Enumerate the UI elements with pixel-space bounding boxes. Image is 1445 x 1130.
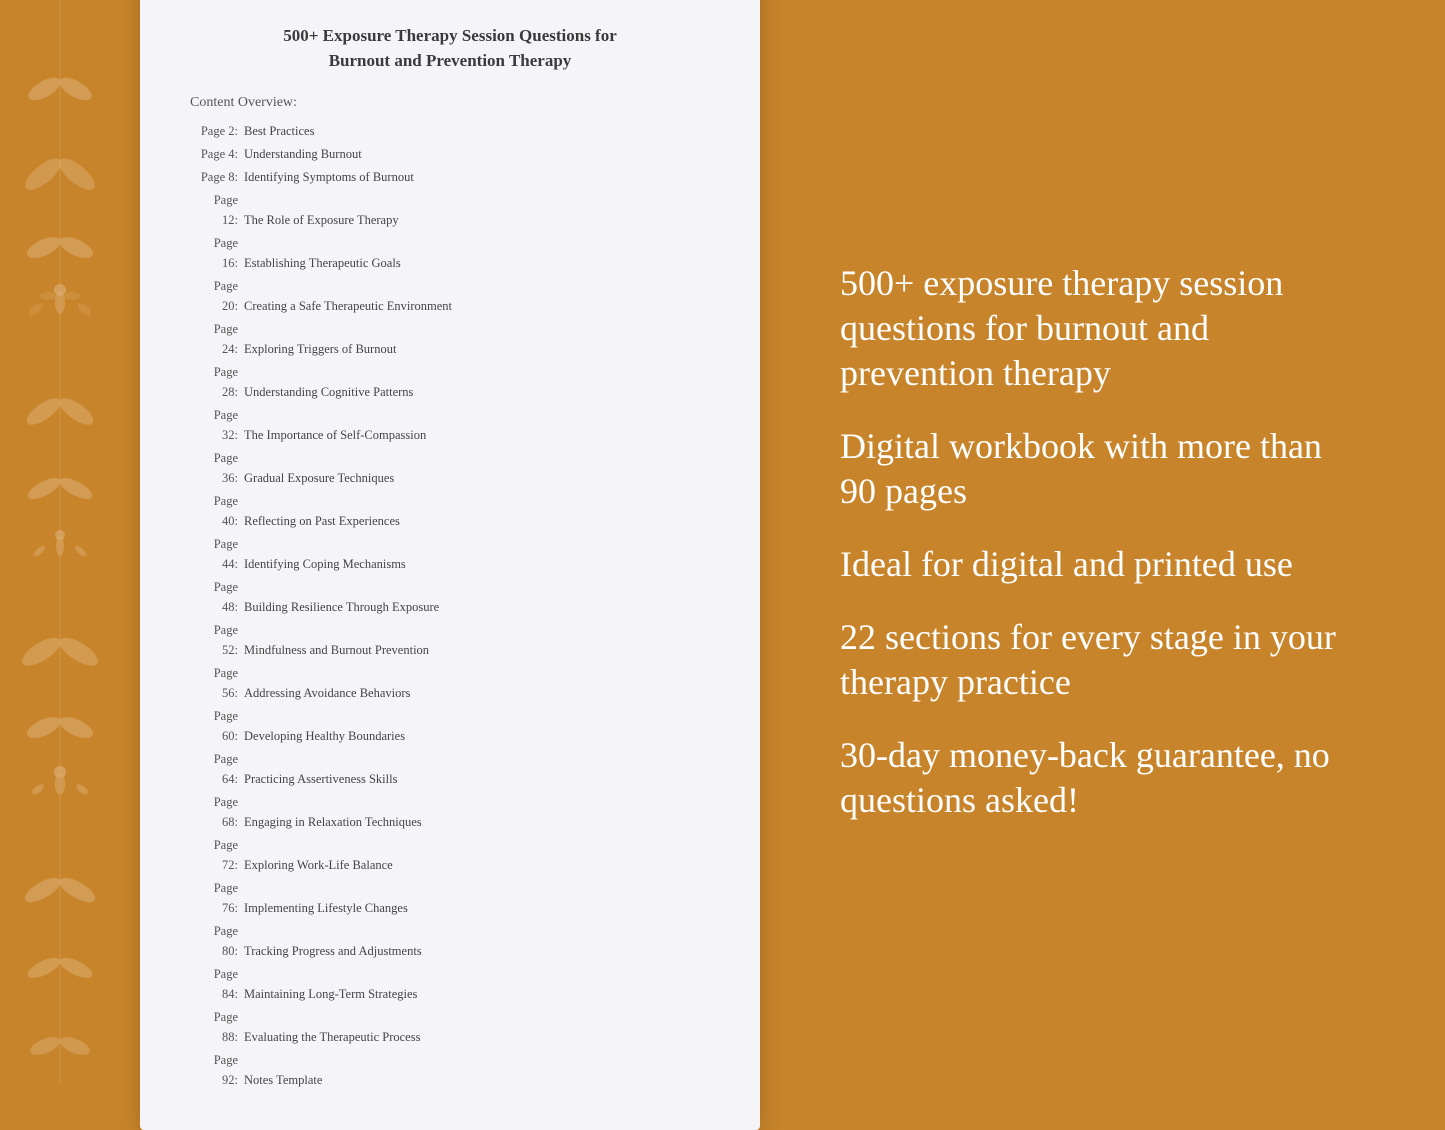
toc-title: Best Practices [244, 124, 314, 138]
table-of-contents-item: Page 8: Identifying Symptoms of Burnout [190, 167, 710, 187]
feature-text-3: 22 sections for every stage in your ther… [840, 615, 1365, 705]
feature-text-1: Digital workbook with more than 90 pages [840, 424, 1365, 514]
table-of-contents-item: Page 56: Addressing Avoidance Behaviors [190, 663, 710, 703]
table-of-contents-item: Page 24: Exploring Triggers of Burnout [190, 319, 710, 359]
table-of-contents-item: Page 16: Establishing Therapeutic Goals [190, 233, 710, 273]
table-of-contents-item: Page 72: Exploring Work-Life Balance [190, 835, 710, 875]
feature-text-4: 30-day money-back guarantee, no question… [840, 733, 1365, 823]
table-of-contents-item: Page 60: Developing Healthy Boundaries [190, 706, 710, 746]
toc-page-number: Page 92: [200, 1050, 238, 1090]
toc-title: Exploring Triggers of Burnout [244, 342, 396, 356]
table-of-contents-item: Page 64: Practicing Assertiveness Skills [190, 749, 710, 789]
table-of-contents-item: Page 80: Tracking Progress and Adjustment… [190, 921, 710, 961]
table-of-contents-item: Page 52: Mindfulness and Burnout Preventi… [190, 620, 710, 660]
feature-text-0: 500+ exposure therapy session questions … [840, 261, 1365, 396]
toc-page-number: Page 80: [200, 921, 238, 961]
toc-page-number: Page 56: [200, 663, 238, 703]
toc-title: Identifying Coping Mechanisms [244, 557, 406, 571]
table-of-contents-item: Page 92: Notes Template [190, 1050, 710, 1090]
toc-title: Understanding Cognitive Patterns [244, 385, 413, 399]
toc-page-number: Page 4: [200, 144, 238, 164]
toc-page-number: Page 88: [200, 1007, 238, 1047]
toc-title: Establishing Therapeutic Goals [244, 256, 401, 270]
table-of-contents-item: Page 88: Evaluating the Therapeutic Proce… [190, 1007, 710, 1047]
toc-title: Practicing Assertiveness Skills [244, 772, 397, 786]
toc-page-number: Page 24: [200, 319, 238, 359]
toc-page-number: Page 2: [200, 121, 238, 141]
toc-title: Reflecting on Past Experiences [244, 514, 400, 528]
table-of-contents-item: Page 32: The Importance of Self-Compassio… [190, 405, 710, 445]
toc-title: The Role of Exposure Therapy [244, 213, 399, 227]
toc-page-number: Page 28: [200, 362, 238, 402]
toc-page-number: Page 40: [200, 491, 238, 531]
toc-title: Tracking Progress and Adjustments [244, 944, 422, 958]
toc-title: Addressing Avoidance Behaviors [244, 686, 410, 700]
toc-title: Identifying Symptoms of Burnout [244, 170, 414, 184]
table-of-contents-item: Page 44: Identifying Coping Mechanisms [190, 534, 710, 574]
table-of-contents-item: Page 68: Engaging in Relaxation Technique… [190, 792, 710, 832]
toc-page-number: Page 64: [200, 749, 238, 789]
toc-page-number: Page 52: [200, 620, 238, 660]
toc-page-number: Page 16: [200, 233, 238, 273]
toc-title: Implementing Lifestyle Changes [244, 901, 408, 915]
toc-title: Creating a Safe Therapeutic Environment [244, 299, 452, 313]
toc-page-number: Page 20: [200, 276, 238, 316]
toc-page-number: Page 72: [200, 835, 238, 875]
toc-title: Notes Template [244, 1073, 322, 1087]
right-panel: 500+ exposure therapy session questions … [820, 261, 1365, 823]
toc-page-number: Page 12: [200, 190, 238, 230]
toc-title: Gradual Exposure Techniques [244, 471, 394, 485]
toc-title: Mindfulness and Burnout Prevention [244, 643, 429, 657]
table-of-contents-item: Page 84: Maintaining Long-Term Strategies [190, 964, 710, 1004]
toc-page-number: Page 84: [200, 964, 238, 1004]
document-preview: 500+ Exposure Therapy Session Questions … [140, 0, 760, 1130]
toc-title: Evaluating the Therapeutic Process [244, 1030, 420, 1044]
table-of-contents-item: Page 2: Best Practices [190, 121, 710, 141]
toc-page-number: Page 44: [200, 534, 238, 574]
main-content: 500+ Exposure Therapy Session Questions … [0, 0, 1445, 1084]
table-of-contents-item: Page 40: Reflecting on Past Experiences [190, 491, 710, 531]
toc-page-number: Page 68: [200, 792, 238, 832]
table-of-contents: Page 2: Best Practices Page 4: Understandin… [190, 121, 710, 1090]
toc-title: Maintaining Long-Term Strategies [244, 987, 417, 1001]
table-of-contents-item: Page 48: Building Resilience Through Expo… [190, 577, 710, 617]
toc-page-number: Page 36: [200, 448, 238, 488]
toc-page-number: Page 76: [200, 878, 238, 918]
content-overview-label: Content Overview: [190, 95, 710, 111]
table-of-contents-item: Page 28: Understanding Cognitive Patterns [190, 362, 710, 402]
toc-page-number: Page 48: [200, 577, 238, 617]
toc-page-number: Page 60: [200, 706, 238, 746]
toc-title: Understanding Burnout [244, 147, 362, 161]
table-of-contents-item: Page 4: Understanding Burnout [190, 144, 710, 164]
toc-page-number: Page 8: [200, 167, 238, 187]
document-title: 500+ Exposure Therapy Session Questions … [190, 24, 710, 73]
toc-title: Developing Healthy Boundaries [244, 729, 405, 743]
toc-title: Exploring Work-Life Balance [244, 858, 393, 872]
table-of-contents-item: Page 20: Creating a Safe Therapeutic Envi… [190, 276, 710, 316]
toc-title: The Importance of Self-Compassion [244, 428, 426, 442]
feature-text-2: Ideal for digital and printed use [840, 542, 1365, 587]
table-of-contents-item: Page 36: Gradual Exposure Techniques [190, 448, 710, 488]
toc-page-number: Page 32: [200, 405, 238, 445]
table-of-contents-item: Page 76: Implementing Lifestyle Changes [190, 878, 710, 918]
table-of-contents-item: Page 12: The Role of Exposure Therapy [190, 190, 710, 230]
toc-title: Building Resilience Through Exposure [244, 600, 439, 614]
toc-title: Engaging in Relaxation Techniques [244, 815, 422, 829]
